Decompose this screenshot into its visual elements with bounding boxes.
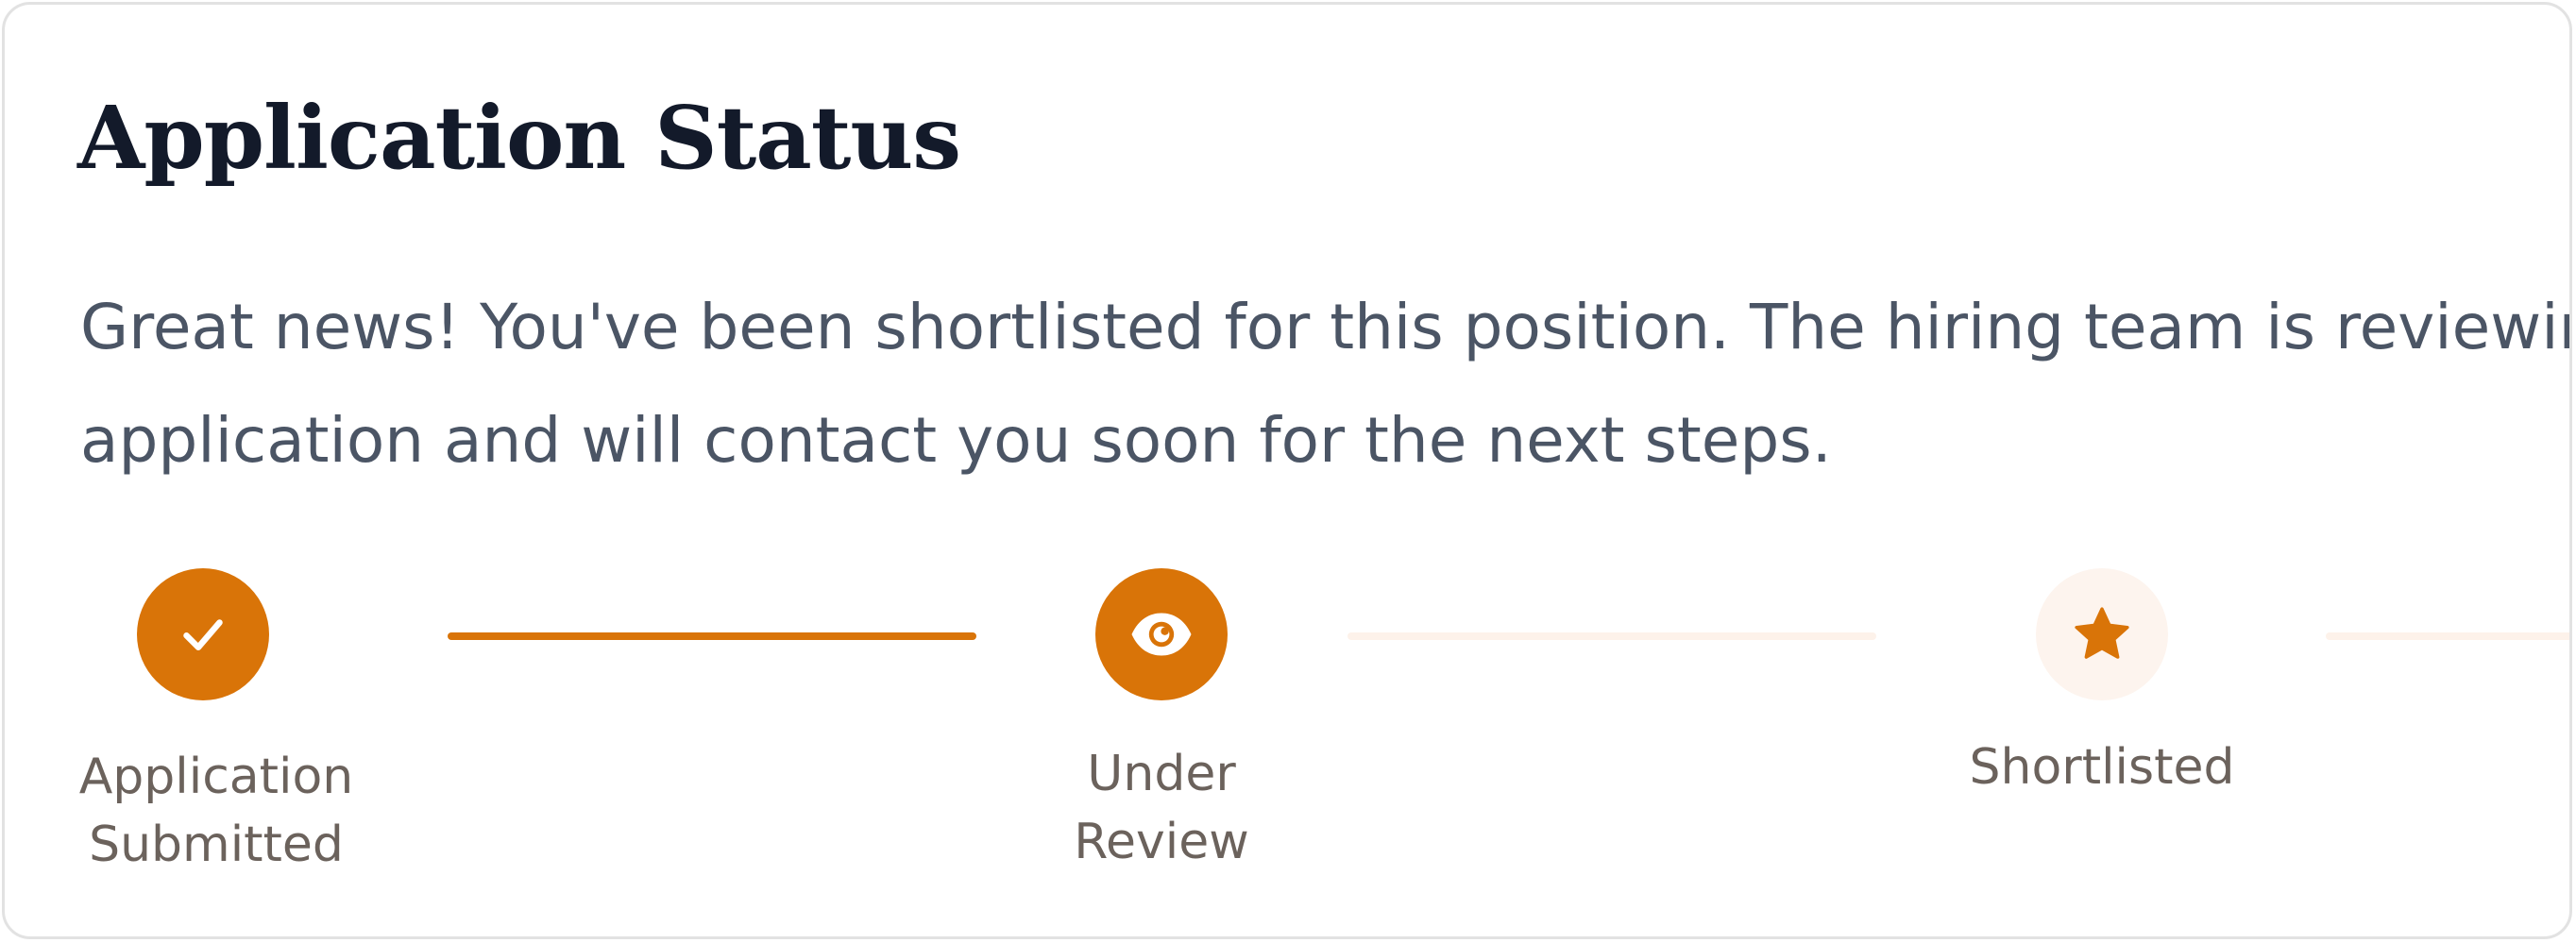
- step-shortlisted: [2036, 568, 2168, 700]
- step-application-submitted: [137, 568, 269, 700]
- step-connector: [1347, 632, 1876, 640]
- check-icon: [183, 619, 223, 650]
- step-label-line: Under: [1087, 746, 1236, 802]
- application-status-card: Application Status Great news! You've be…: [2, 2, 2572, 939]
- step-connector: [2326, 632, 2569, 640]
- step-under-review: [1095, 568, 1228, 700]
- step-label-application-submitted: Application Submitted: [46, 743, 386, 879]
- step-label-line: Submitted: [89, 817, 344, 873]
- step-label-under-review: Under Review: [991, 740, 1331, 876]
- eye-icon: [1131, 613, 1192, 656]
- step-label-shortlisted: Shortlisted: [1932, 733, 2272, 801]
- step-label-line: Application: [78, 749, 354, 805]
- step-connector: [448, 632, 976, 640]
- step-label-line: Review: [1074, 814, 1249, 870]
- progress-stepper: Application Submitted Under Review Short…: [5, 5, 2569, 936]
- step-label-line: Shortlisted: [1969, 739, 2235, 796]
- star-icon: [2075, 607, 2129, 659]
